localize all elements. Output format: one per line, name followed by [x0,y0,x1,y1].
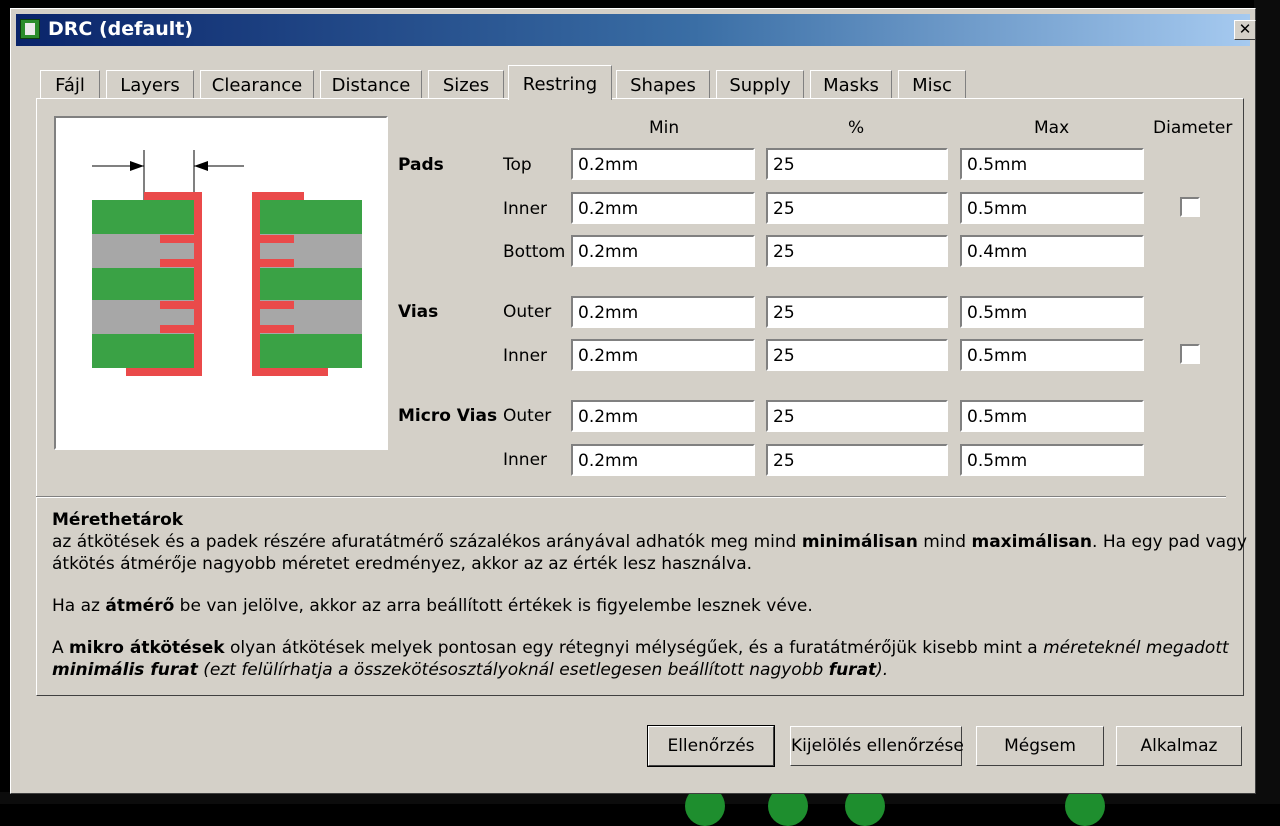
info-paragraph-1-cont: átkötés átmérője nagyobb méretet eredmén… [52,554,753,574]
pads-inner-min-input[interactable]: 0.2mm [571,192,755,224]
row-label-vias-inner: Inner [503,346,548,366]
pads-top-min-input[interactable]: 0.2mm [571,148,755,180]
micro-vias-outer-percent-input[interactable]: 25 [766,400,948,432]
separator [36,496,1226,498]
tab-masks[interactable]: Masks [810,70,892,99]
tab-fajl[interactable]: Fájl [40,70,100,99]
row-label-micro-vias-outer: Outer [503,406,552,426]
group-micro-vias: Micro Vias [398,406,498,426]
close-button[interactable]: ✕ [1234,20,1256,40]
tab-shapes[interactable]: Shapes [616,70,710,99]
pads-top-max-input[interactable]: 0.5mm [960,148,1144,180]
row-label-pads-top: Top [503,155,532,175]
check-button[interactable]: Ellenőrzés [647,725,775,767]
window-title: DRC (default) [48,18,194,40]
tab-sizes[interactable]: Sizes [428,70,504,99]
column-diameter: Diameter [1153,118,1233,138]
vias-inner-percent-input[interactable]: 25 [766,339,948,371]
info-paragraph-3: A mikro átkötések olyan átkötések melyek… [52,638,1229,658]
pads-inner-percent-input[interactable]: 25 [766,192,948,224]
micro-vias-inner-max-input[interactable]: 0.5mm [960,444,1144,476]
vias-outer-min-input[interactable]: 0.2mm [571,296,755,328]
tab-misc[interactable]: Misc [898,70,966,99]
column-percent: % [848,118,865,138]
pads-diameter-checkbox[interactable] [1180,197,1200,217]
row-label-pads-inner: Inner [503,199,548,219]
tab-clearance[interactable]: Clearance [200,70,314,99]
background-board-right [1254,0,1280,804]
tab-layers[interactable]: Layers [106,70,194,99]
group-vias: Vias [398,302,439,322]
info-heading: Mérethetárok [52,510,184,530]
info-paragraph-1: az átkötések és a padek részére afuratát… [52,532,1247,552]
restring-diagram [92,150,362,376]
pads-bottom-max-input[interactable]: 0.4mm [960,235,1144,267]
row-label-micro-vias-inner: Inner [503,450,548,470]
vias-inner-min-input[interactable]: 0.2mm [571,339,755,371]
info-paragraph-2: Ha az átmérő be van jelölve, akkor az ar… [52,596,813,616]
tab-restring[interactable]: Restring [508,65,612,100]
column-max: Max [1034,118,1070,138]
app-icon [20,19,40,39]
pads-top-percent-input[interactable]: 25 [766,148,948,180]
title-bar[interactable]: DRC (default) [16,14,1250,46]
micro-vias-outer-min-input[interactable]: 0.2mm [571,400,755,432]
group-pads: Pads [398,155,444,175]
info-paragraph-3-cont: minimális furat (ezt felülírhatja a össz… [52,660,889,680]
vias-outer-percent-input[interactable]: 25 [766,296,948,328]
vias-inner-max-input[interactable]: 0.5mm [960,339,1144,371]
pads-inner-max-input[interactable]: 0.5mm [960,192,1144,224]
pads-bottom-min-input[interactable]: 0.2mm [571,235,755,267]
vias-diameter-checkbox[interactable] [1180,344,1200,364]
apply-button[interactable]: Alkalmaz [1116,726,1242,766]
micro-vias-inner-percent-input[interactable]: 25 [766,444,948,476]
column-min: Min [649,118,680,138]
vias-outer-max-input[interactable]: 0.5mm [960,296,1144,328]
row-label-pads-bottom: Bottom [503,242,566,262]
micro-vias-inner-min-input[interactable]: 0.2mm [571,444,755,476]
tab-distance[interactable]: Distance [320,70,422,99]
micro-vias-outer-max-input[interactable]: 0.5mm [960,400,1144,432]
check-selection-button[interactable]: Kijelölés ellenőrzése [790,726,964,766]
pads-bottom-percent-input[interactable]: 25 [766,235,948,267]
tab-supply[interactable]: Supply [716,70,804,99]
row-label-vias-outer: Outer [503,302,552,322]
cancel-button[interactable]: Mégsem [976,726,1104,766]
restring-illustration [54,116,388,450]
